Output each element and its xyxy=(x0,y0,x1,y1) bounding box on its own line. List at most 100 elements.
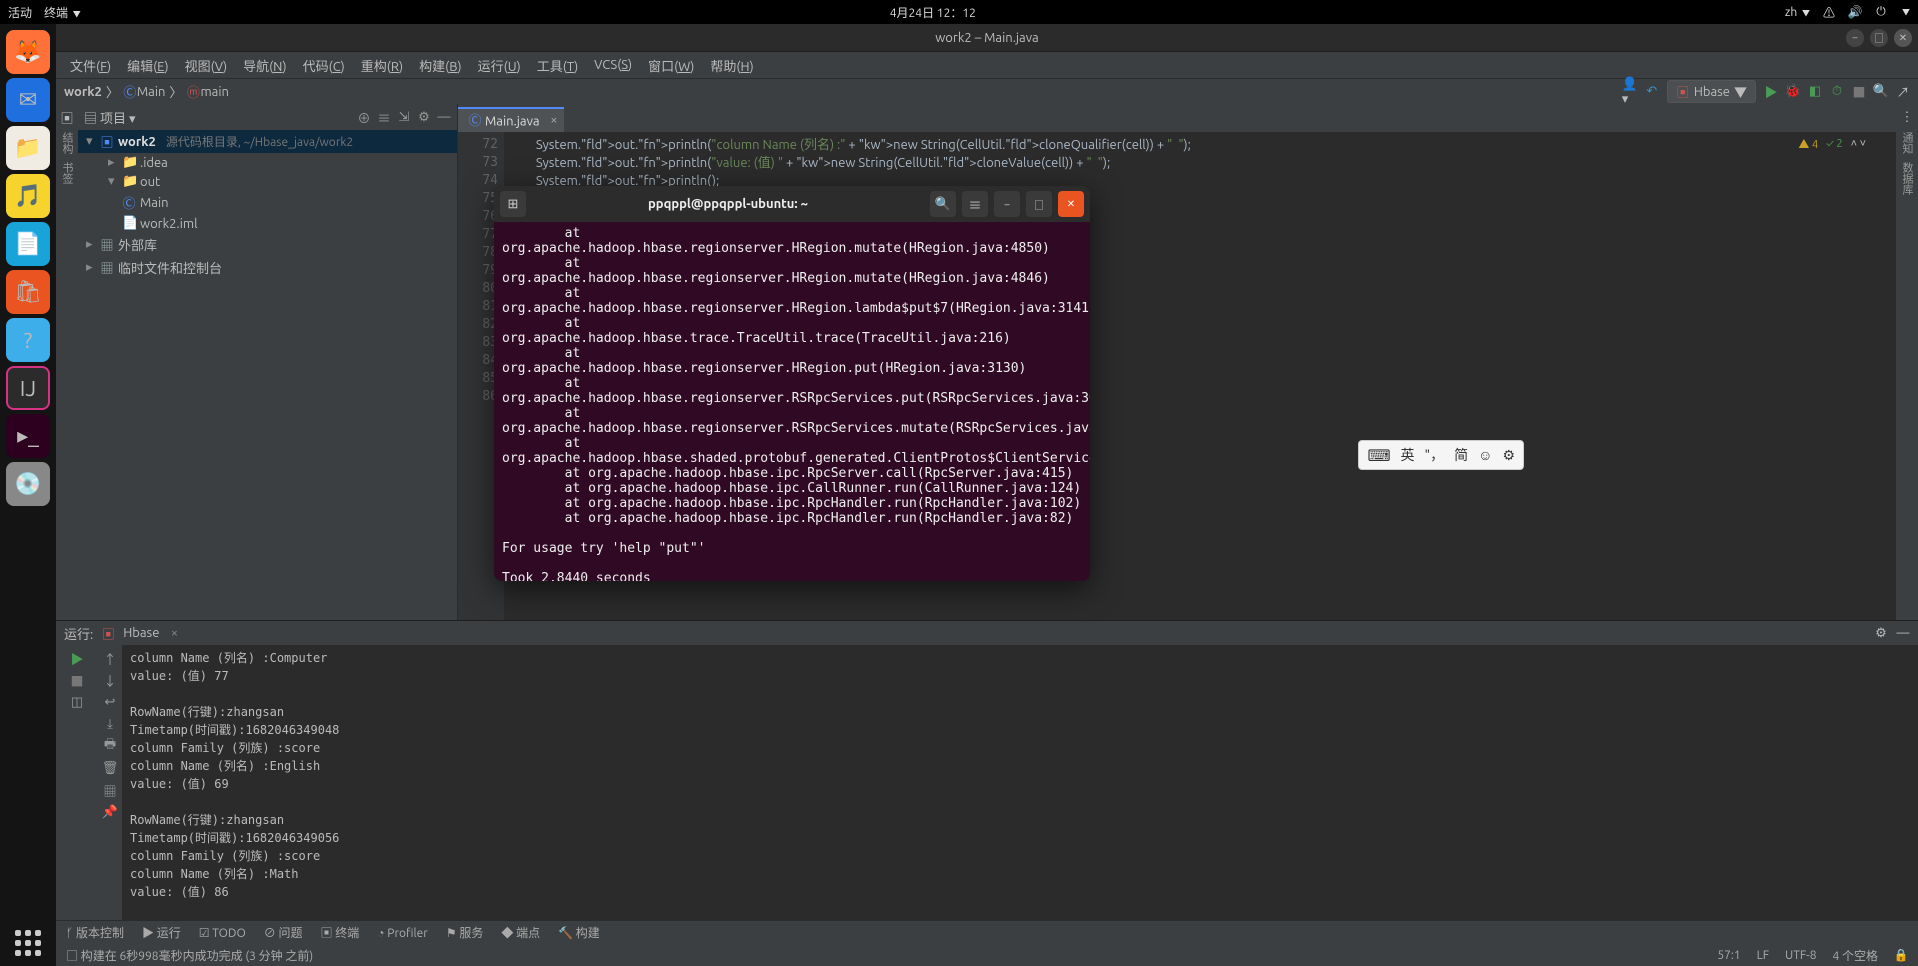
terminal-minimize-button[interactable]: – xyxy=(994,191,1020,217)
menu-帮助[interactable]: 帮助(H) xyxy=(704,54,759,77)
tree-node[interactable]: ▸▦外部库 xyxy=(78,233,457,256)
tree-node[interactable]: ▾📁out xyxy=(78,172,457,191)
tree-node[interactable]: 📄work2.iml xyxy=(78,214,457,233)
add-user-icon[interactable]: 👤▾ xyxy=(1623,85,1637,99)
bottom-tab-问题[interactable]: ⊘ 问题 xyxy=(264,924,303,941)
bottom-tab-服务[interactable]: ⚑ 服务 xyxy=(446,924,484,941)
encoding[interactable]: UTF-8 xyxy=(1785,949,1816,962)
bookmarks-tool[interactable]: 书签 xyxy=(59,162,75,184)
ide-close-button[interactable]: ✕ xyxy=(1894,29,1912,47)
ime-settings-icon[interactable]: ⚙ xyxy=(1502,447,1515,464)
down-icon[interactable]: ↓ xyxy=(103,673,117,687)
dock-show-apps[interactable] xyxy=(15,930,41,956)
bottom-tab-构建[interactable]: 🔨 构建 xyxy=(558,924,600,941)
lang-indicator[interactable]: zh ▼ xyxy=(1785,6,1810,19)
structure-tool[interactable]: 结构 xyxy=(59,132,75,154)
trash-icon[interactable]: 🗑 xyxy=(103,761,117,775)
expand-icon[interactable]: ≡ xyxy=(377,110,391,124)
ide-minimize-button[interactable]: – xyxy=(1846,29,1864,47)
dock-rhythmbox[interactable]: 🎵 xyxy=(6,174,50,218)
crumb-project[interactable]: work2 xyxy=(64,85,102,99)
tree-settings-icon[interactable]: ⚙ xyxy=(417,110,431,124)
locate-icon[interactable]: ⊕ xyxy=(357,110,371,124)
bottom-tab-终端[interactable]: ▣ 终端 xyxy=(321,924,360,941)
dock-help[interactable]: ? xyxy=(6,318,50,362)
dock-firefox[interactable]: 🦊 xyxy=(6,30,50,74)
terminal-search-button[interactable]: 🔍 xyxy=(930,191,956,217)
bottom-tab-TODO[interactable]: ☑ TODO xyxy=(199,926,246,940)
bottom-tab-运行[interactable]: ▶ 运行 xyxy=(142,924,181,941)
run-config-selector[interactable]: ▣ Hbase ▼ xyxy=(1667,80,1756,103)
clock[interactable]: 4月24日 12：12 xyxy=(81,4,1785,21)
terminal-new-tab-button[interactable]: ⊞ xyxy=(500,191,526,217)
up-icon[interactable]: ↑ xyxy=(103,651,117,665)
debug-button[interactable]: 🐞 xyxy=(1786,85,1800,99)
menu-VCS[interactable]: VCS(S) xyxy=(588,56,638,74)
tree-node[interactable]: ⒸMain xyxy=(78,191,457,214)
dock-software[interactable]: 🛍 xyxy=(6,270,50,314)
more-icon[interactable]: ▦ xyxy=(103,783,117,797)
dock-dvd[interactable]: 💿 xyxy=(6,462,50,506)
ime-lang[interactable]: 英 xyxy=(1401,445,1415,465)
project-tree-title[interactable]: ▤ 项目 ▾ xyxy=(84,108,136,127)
inspection-summary[interactable]: ▲ 4 ✓ 2 ˄ ˅ xyxy=(1798,136,1866,152)
dock-files[interactable]: 📁 xyxy=(6,126,50,170)
bottom-tab-Profiler[interactable]: ◔ Profiler xyxy=(377,926,428,940)
project-tool-icon[interactable]: ▣ xyxy=(60,110,74,124)
crumb-class[interactable]: Main xyxy=(137,85,166,99)
power-icon[interactable]: ⏻ xyxy=(1874,5,1888,19)
tab-close-icon[interactable]: × xyxy=(550,113,557,127)
terminal-menu-button[interactable]: ≡ xyxy=(962,191,988,217)
stop-button[interactable]: ■ xyxy=(1852,85,1866,99)
softwrap-icon[interactable]: ↩ xyxy=(103,695,117,709)
app-indicator[interactable]: 终端 ▼ xyxy=(44,4,81,21)
ime-mode[interactable]: 简 xyxy=(1454,445,1468,465)
notifications-icon[interactable]: ⋮ xyxy=(1900,110,1914,124)
notifications-tool[interactable]: 通知 xyxy=(1899,132,1915,154)
activities-label[interactable]: 活动 xyxy=(8,4,32,21)
tree-node[interactable]: ▸📁.idea xyxy=(78,153,457,172)
pin-icon[interactable]: 📌 xyxy=(103,805,117,819)
menu-导航[interactable]: 导航(N) xyxy=(237,54,293,77)
back-icon[interactable]: ↶ xyxy=(1645,85,1659,99)
editor-tab-main[interactable]: Ⓒ Main.java × xyxy=(458,107,564,133)
line-ending[interactable]: LF xyxy=(1757,949,1769,962)
menu-工具[interactable]: 工具(T) xyxy=(531,54,584,77)
bottom-tab-版本控制[interactable]: ᚶ 版本控制 xyxy=(66,924,124,941)
dock-intellij[interactable]: IJ xyxy=(6,366,50,410)
menu-编辑[interactable]: 编辑(E) xyxy=(121,54,175,77)
dock-writer[interactable]: 📄 xyxy=(6,222,50,266)
tree-node[interactable]: ▾▣work2源代码根目录, ~/Hbase_java/work2 xyxy=(78,130,457,153)
coverage-button[interactable]: ◧ xyxy=(1808,85,1822,99)
print-icon[interactable]: 🖶 xyxy=(103,739,117,753)
terminal-close-button[interactable]: ✕ xyxy=(1058,191,1084,217)
database-tool[interactable]: 数据库 xyxy=(1899,162,1915,195)
menu-文件[interactable]: 文件(F) xyxy=(64,54,117,77)
dock-thunderbird[interactable]: ✉ xyxy=(6,78,50,122)
readonlylock-icon[interactable]: 🔒 xyxy=(1894,948,1908,962)
tree-node[interactable]: ▸▦临时文件和控制台 xyxy=(78,256,457,279)
menu-视图[interactable]: 视图(V) xyxy=(179,54,233,77)
stop-icon[interactable]: ■ xyxy=(70,673,84,687)
menu-代码[interactable]: 代码(C) xyxy=(297,54,351,77)
ime-floating-bar[interactable]: ⌨ 英 "， 简 ☺ ⚙ xyxy=(1358,440,1524,470)
search-icon[interactable]: 🔍 xyxy=(1874,85,1888,99)
volume-icon[interactable]: 🔊 xyxy=(1848,5,1862,19)
rerun-icon[interactable]: ▶ xyxy=(70,651,84,665)
run-tool-config[interactable]: Hbase xyxy=(123,626,159,640)
menu-构建[interactable]: 构建(B) xyxy=(413,54,467,77)
menu-重构[interactable]: 重构(R) xyxy=(355,54,409,77)
crumb-method[interactable]: main xyxy=(200,85,228,99)
caret-pos[interactable]: 57:1 xyxy=(1717,949,1740,962)
bottom-tab-端点[interactable]: ◆ 端点 xyxy=(501,924,540,941)
hide-tree-icon[interactable]: — xyxy=(437,110,451,124)
layout-icon[interactable]: ◫ xyxy=(70,695,84,709)
run-tool-hide-icon[interactable]: — xyxy=(1896,626,1910,640)
system-menu-chevron-icon[interactable]: ▼ xyxy=(1902,7,1910,18)
ide-maximize-button[interactable]: □ xyxy=(1870,29,1888,47)
settings-icon[interactable]: ↗ xyxy=(1896,85,1910,99)
network-icon[interactable]: ⚠ xyxy=(1822,5,1836,19)
indent[interactable]: 4 个空格 xyxy=(1832,947,1878,964)
collapse-icon[interactable]: ⇲ xyxy=(397,110,411,124)
run-output[interactable]: column Name (列名) :Computer value: (值) 77… xyxy=(122,645,1918,920)
